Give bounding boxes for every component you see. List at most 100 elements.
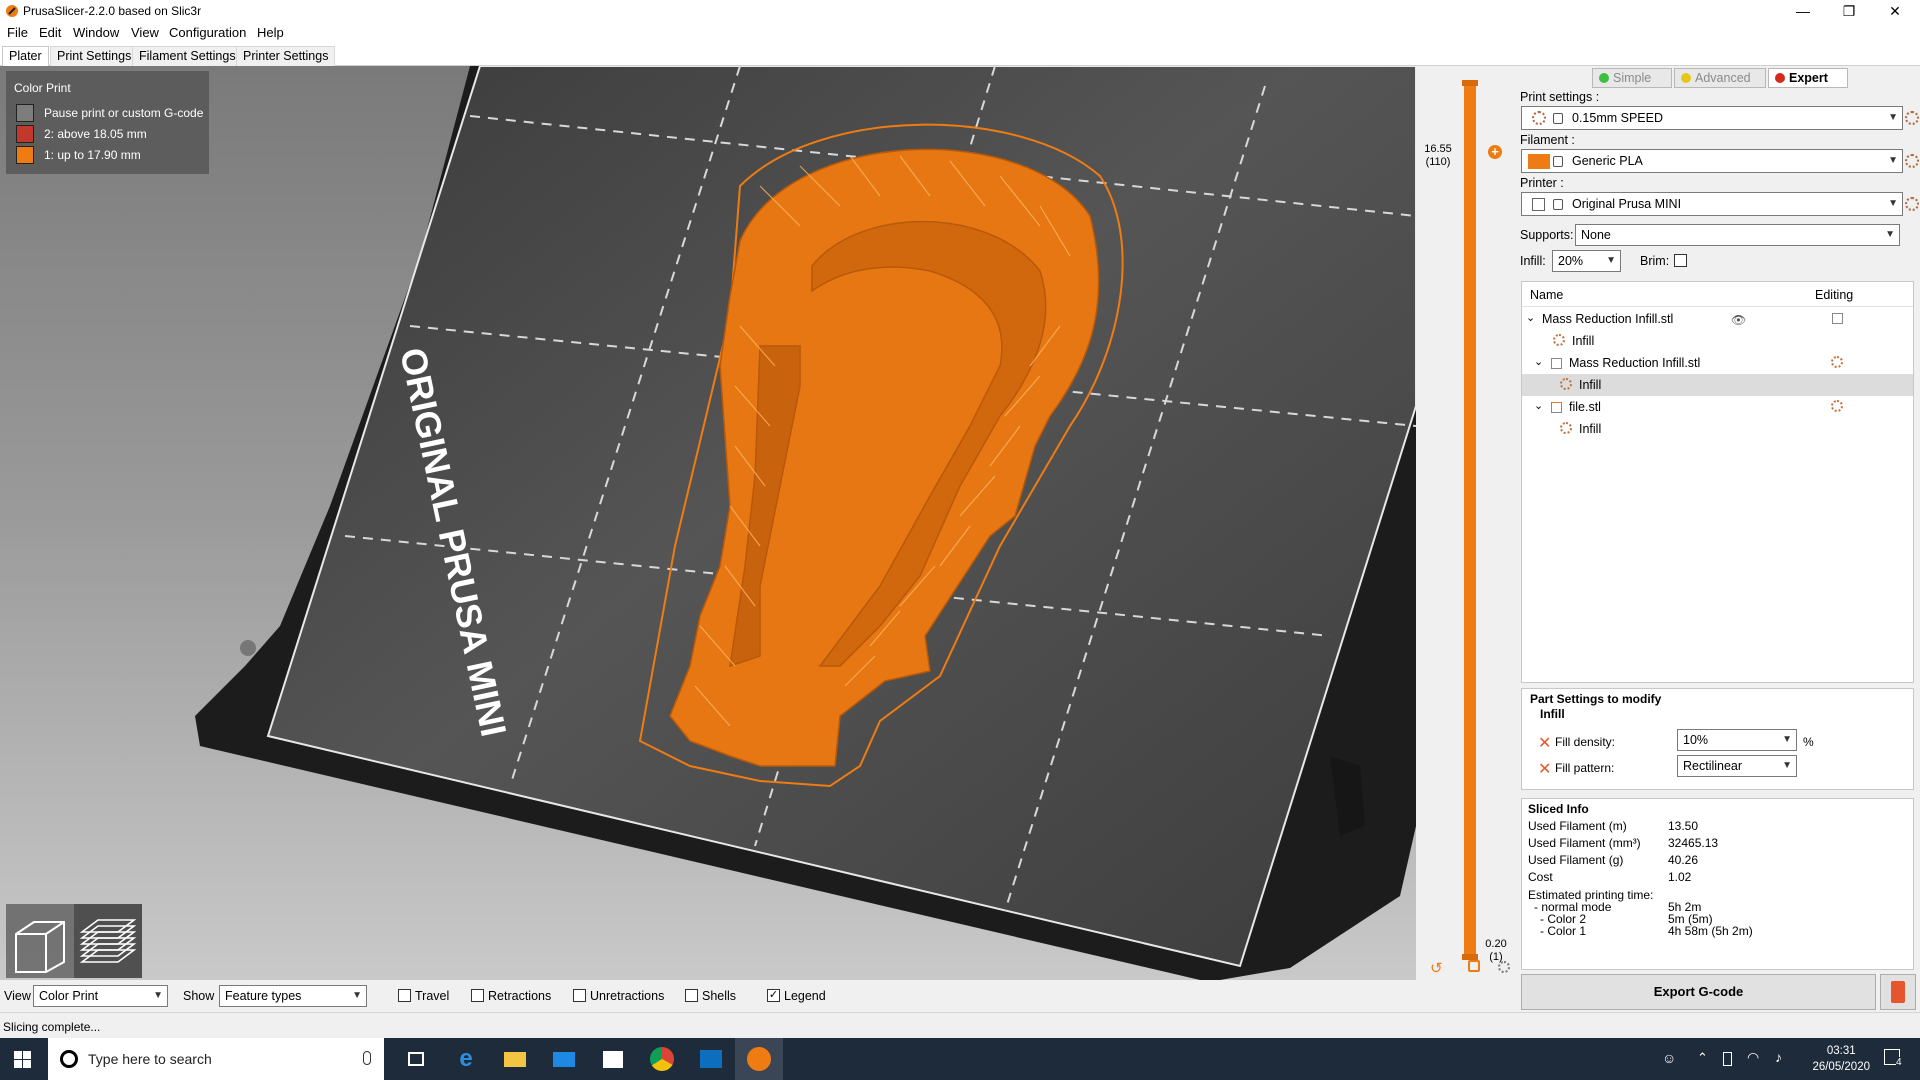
chevron-down-icon[interactable]: ⌄ xyxy=(1534,399,1543,412)
settings-gear-icon[interactable] xyxy=(1831,400,1843,412)
view-type-value: Color Print xyxy=(39,989,99,1003)
microphone-icon[interactable] xyxy=(363,1051,371,1065)
menu-edit[interactable]: Edit xyxy=(39,25,61,40)
prusaslicer-logo-icon xyxy=(6,5,18,17)
chevron-down-icon[interactable]: ⌄ xyxy=(1534,355,1543,368)
chevron-down-icon: ▼ xyxy=(1885,229,1895,240)
part-row[interactable]: ⌄ Mass Reduction Infill.stl xyxy=(1522,352,1913,374)
menu-configuration[interactable]: Configuration xyxy=(169,25,246,40)
chevron-down-icon[interactable]: ⌄ xyxy=(1526,311,1535,324)
prusaslicer-taskbar-icon[interactable] xyxy=(746,1046,772,1072)
close-button[interactable]: ✕ xyxy=(1872,0,1918,22)
battery-icon[interactable] xyxy=(1723,1052,1732,1066)
mode-simple-button[interactable]: Simple xyxy=(1592,68,1672,88)
object-name: Mass Reduction Infill.stl xyxy=(1542,312,1674,326)
settings-row[interactable]: Infill xyxy=(1522,374,1913,396)
fill-density-select[interactable]: 10% ▼ xyxy=(1677,729,1797,751)
printer-select[interactable]: Original Prusa MINI ▼ xyxy=(1521,192,1903,216)
fill-density-value: 10% xyxy=(1683,733,1709,747)
show-hidden-icons[interactable]: ⌃ xyxy=(1697,1050,1708,1066)
legend-checkbox[interactable]: ✓ Legend xyxy=(767,989,826,1005)
view-type-select[interactable]: Color Print ▼ xyxy=(33,985,168,1007)
export-gcode-button[interactable]: Export G-code xyxy=(1521,974,1876,1010)
tab-printer-settings[interactable]: Printer Settings xyxy=(236,46,336,66)
mode-expert-button[interactable]: Expert xyxy=(1768,68,1848,88)
people-icon[interactable]: ☺ xyxy=(1662,1050,1676,1066)
feature-types-value: Feature types xyxy=(225,989,302,1003)
travel-checkbox[interactable]: Travel xyxy=(398,989,449,1005)
taskbar-clock[interactable]: 03:31 26/05/2020 xyxy=(1812,1043,1870,1075)
object-row[interactable]: ⌄ Mass Reduction Infill.stl 👁 xyxy=(1522,308,1913,330)
print-settings-edit-icon[interactable] xyxy=(1905,111,1919,125)
file-explorer-icon[interactable] xyxy=(502,1046,528,1072)
revert-icon[interactable]: ↺ xyxy=(1430,959,1443,977)
brim-checkbox[interactable] xyxy=(1674,254,1687,267)
layer-slider-track[interactable] xyxy=(1464,82,1476,959)
feature-types-select[interactable]: Feature types ▼ xyxy=(219,985,367,1007)
print-settings-value: 0.15mm SPEED xyxy=(1572,111,1664,125)
part-row[interactable]: ⌄ file.stl xyxy=(1522,396,1913,418)
filament-edit-icon[interactable] xyxy=(1905,154,1919,168)
3d-view-button[interactable] xyxy=(6,904,74,978)
tab-plater[interactable]: Plater xyxy=(2,46,49,66)
layer-slider-top-thumb[interactable] xyxy=(1462,80,1478,86)
mode-label: Simple xyxy=(1613,71,1652,85)
send-to-printer-button[interactable] xyxy=(1880,974,1916,1010)
preview-layers-button[interactable] xyxy=(74,904,142,978)
object-list[interactable]: Name Editing ⌄ Mass Reduction Infill.stl… xyxy=(1521,281,1914,683)
lock-icon[interactable] xyxy=(1468,960,1480,972)
preview-toolbar: View Color Print ▼ Show Feature types ▼ … xyxy=(0,980,1416,1012)
windows-start-icon[interactable] xyxy=(14,1051,31,1068)
maximize-button[interactable]: ❐ xyxy=(1826,0,1872,22)
unretractions-checkbox[interactable]: Unretractions xyxy=(573,989,664,1005)
checkbox-label: Legend xyxy=(784,989,826,1003)
print-bed-scene[interactable]: ORIGINAL PRUSA MINI xyxy=(0,66,1416,980)
retractions-checkbox[interactable]: Retractions xyxy=(471,989,551,1005)
menu-view[interactable]: View xyxy=(131,25,159,40)
print-settings-label: Print settings : xyxy=(1520,90,1600,104)
task-view-icon[interactable] xyxy=(404,1046,430,1072)
checkbox-box[interactable] xyxy=(398,989,411,1002)
tab-filament-settings[interactable]: Filament Settings xyxy=(132,46,243,66)
3d-preview-viewport[interactable]: ORIGINAL PRUSA MINI Color Print Pause pr… xyxy=(0,66,1416,980)
store-icon[interactable] xyxy=(600,1046,626,1072)
mode-label: Advanced xyxy=(1695,71,1751,85)
chrome-icon[interactable] xyxy=(649,1046,675,1072)
show-label: Show xyxy=(183,989,215,1003)
slider-settings-icon[interactable] xyxy=(1498,961,1510,973)
remove-setting-icon[interactable]: ✕ xyxy=(1538,759,1551,779)
minimize-button[interactable]: — xyxy=(1780,0,1826,22)
menu-file[interactable]: File xyxy=(7,25,28,40)
volume-icon[interactable]: ♪ xyxy=(1775,1049,1782,1065)
add-settings-icon[interactable] xyxy=(1832,313,1843,324)
settings-row[interactable]: Infill xyxy=(1522,330,1913,352)
checkbox-box[interactable] xyxy=(685,989,698,1002)
infill-select[interactable]: 20% ▼ xyxy=(1552,250,1621,272)
fill-pattern-select[interactable]: Rectilinear ▼ xyxy=(1677,755,1797,777)
menu-window[interactable]: Window xyxy=(73,25,119,40)
edge-icon[interactable]: e xyxy=(453,1046,479,1072)
taskbar-search-box[interactable]: Type here to search xyxy=(48,1038,384,1080)
supports-select[interactable]: None ▼ xyxy=(1575,224,1900,246)
add-color-change-icon[interactable]: + xyxy=(1488,145,1502,159)
checkbox-box[interactable] xyxy=(471,989,484,1002)
wifi-icon[interactable]: ◠ xyxy=(1747,1049,1759,1066)
shells-checkbox[interactable]: Shells xyxy=(685,989,736,1005)
menu-help[interactable]: Help xyxy=(257,25,284,40)
remove-setting-icon[interactable]: ✕ xyxy=(1538,733,1551,753)
eye-icon[interactable]: 👁 xyxy=(1731,313,1746,327)
settings-row[interactable]: Infill xyxy=(1522,418,1913,440)
view-label: View xyxy=(4,989,31,1003)
mode-advanced-button[interactable]: Advanced xyxy=(1674,68,1766,88)
tab-print-settings[interactable]: Print Settings xyxy=(50,46,139,66)
checkbox-box[interactable]: ✓ xyxy=(767,989,780,1002)
checkbox-box[interactable] xyxy=(573,989,586,1002)
filament-select[interactable]: Generic PLA ▼ xyxy=(1521,149,1903,173)
print-settings-select[interactable]: 0.15mm SPEED ▼ xyxy=(1521,106,1903,130)
printer-edit-icon[interactable] xyxy=(1905,197,1919,211)
part-settings-title: Part Settings to modify xyxy=(1530,692,1662,706)
mail-icon[interactable] xyxy=(551,1046,577,1072)
settings-gear-icon[interactable] xyxy=(1831,356,1843,368)
chevron-down-icon: ▼ xyxy=(1782,734,1792,745)
photos-icon[interactable] xyxy=(698,1046,724,1072)
